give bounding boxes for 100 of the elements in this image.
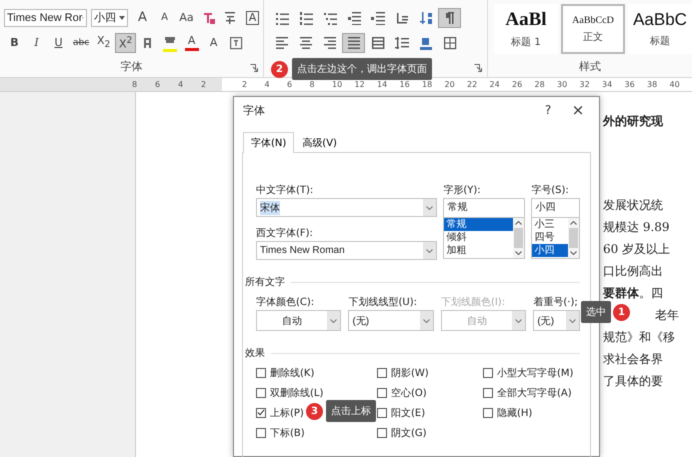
ruler-number: 22 [467, 79, 478, 91]
font-name-field[interactable]: Times New Ror [4, 8, 87, 26]
effect-checkbox[interactable]: 隐藏(H) [483, 406, 580, 419]
italic-button[interactable]: I [26, 32, 47, 52]
tooltip: 点击上标 [326, 400, 376, 422]
distributed-icon [370, 36, 384, 50]
effect-checkbox[interactable]: 阳文(E) [377, 406, 483, 419]
ruler-number: 24 [490, 79, 501, 91]
superscript-button[interactable]: X$^{2}$ [115, 32, 136, 52]
list-option[interactable]: 四号 [532, 231, 568, 244]
list-option[interactable]: 小三 [532, 218, 568, 231]
western-font-field[interactable]: Times New Roman [256, 241, 438, 260]
numbering-icon [298, 10, 312, 24]
character-shading-button[interactable]: A [203, 32, 224, 52]
list-option[interactable]: 倾斜 [444, 231, 514, 244]
section-heading: 所有文字 [245, 276, 285, 289]
style-gallery-item[interactable]: AaBbC 标题 [628, 4, 692, 54]
dialog-title: 字体 [243, 102, 266, 118]
tooltip: 选中 [581, 301, 611, 323]
shrink-font-button[interactable]: A [154, 8, 175, 28]
list-option[interactable]: 加粗 [444, 244, 514, 257]
character-border-button[interactable]: A [242, 8, 263, 28]
scrollbar[interactable] [568, 218, 579, 258]
ruler-number: 4 [264, 79, 271, 91]
dialog-launcher-icon[interactable] [474, 64, 482, 72]
ruler-number: 4 [178, 79, 184, 91]
dialog-launcher-icon[interactable] [250, 64, 258, 72]
ruler-number: 10 [332, 79, 344, 91]
ruler-number: 28 [534, 79, 546, 91]
style-gallery-item[interactable]: AaBbCcD 正文 [561, 4, 625, 54]
close-button[interactable]: × [563, 100, 593, 120]
scrollbar[interactable] [513, 218, 524, 258]
dropdown-field[interactable]: (无) [348, 310, 434, 331]
effect-checkbox[interactable]: 阴影(W) [377, 366, 483, 379]
caret-icon[interactable] [422, 318, 430, 322]
bullets-icon [274, 10, 288, 24]
underline-button[interactable]: U [48, 32, 69, 52]
dialog-tab[interactable]: 字体(N) [243, 132, 294, 153]
scroll-down-icon[interactable] [570, 251, 577, 255]
style-gallery-item[interactable]: AaBl 标题 1 [494, 4, 558, 54]
ruler-number: 2 [201, 79, 208, 91]
group-label: 样式 [579, 59, 601, 74]
scroll-up-icon[interactable] [570, 221, 577, 225]
ruler-number: 38 [647, 79, 658, 91]
field-label: 中文字体(T): [256, 184, 314, 196]
effect-checkbox[interactable]: 双删除线(L) [256, 386, 377, 399]
caret-icon[interactable] [426, 248, 434, 252]
ruler-number: 2 [242, 79, 248, 91]
outdent-icon [346, 10, 360, 24]
field-label: 下划线线型(U): [348, 296, 418, 308]
ruler-number: 20 [444, 79, 456, 91]
ruler-number: 30 [557, 79, 568, 91]
body-text: 60 岁及以上 [603, 242, 670, 256]
effect-checkbox[interactable]: 阴文(G) [377, 426, 483, 439]
body-text: 求社会各界 [603, 352, 663, 366]
center-icon [298, 36, 312, 50]
ruler-number: 6 [287, 79, 294, 91]
effect-checkbox[interactable]: 删除线(K) [256, 366, 377, 379]
strikethrough-button[interactable]: abc [70, 32, 92, 52]
list-option[interactable]: 常规 [444, 218, 514, 231]
effect-checkbox[interactable]: 小型大写字母(M) [483, 366, 580, 379]
clear-icon [202, 10, 216, 24]
field-label: 字体颜色(C): [256, 296, 316, 308]
subscript-button[interactable]: X$_{2}$ [93, 32, 114, 52]
help-button[interactable]: ? [533, 102, 563, 118]
ruler-number: 12 [354, 79, 366, 91]
effect-checkbox[interactable]: 下标(B) [256, 426, 377, 439]
ruler-number: 26 [512, 79, 524, 91]
list-option[interactable]: 小四 [532, 244, 568, 257]
caret-icon[interactable] [330, 318, 338, 322]
scroll-up-icon[interactable] [515, 221, 522, 225]
justify-icon [346, 36, 360, 50]
font-size-field[interactable]: 小四 [531, 198, 580, 217]
change-case-button[interactable]: Aa [176, 8, 197, 28]
dialog-tab[interactable]: 高级(V) [294, 132, 345, 153]
font-color-button[interactable]: A [181, 32, 202, 52]
caret-icon[interactable] [569, 318, 576, 322]
caret-icon[interactable] [119, 16, 125, 20]
font-style-field[interactable]: 常规 [443, 198, 526, 217]
effect-checkbox[interactable]: 全部大写字母(A) [483, 386, 580, 399]
scroll-down-icon[interactable] [515, 251, 522, 255]
field-label: 下划线颜色(I): [440, 296, 506, 308]
grow-font-button[interactable]: A [132, 8, 153, 28]
show-marks-button[interactable] [438, 8, 461, 28]
caret-icon[interactable] [426, 206, 434, 210]
bold-button[interactable]: B [4, 32, 25, 52]
check-icon [257, 408, 265, 417]
field-label: 着重号(·); [533, 296, 579, 308]
effect-checkbox[interactable]: 空心(O) [377, 386, 483, 399]
ruler-number: 34 [602, 79, 614, 91]
field-label: 西文字体(F): [256, 226, 314, 239]
caret-icon[interactable] [515, 318, 522, 322]
font-size-field[interactable]: 小四 [91, 8, 128, 26]
ruler-number: 6 [155, 79, 162, 91]
dropdown-field[interactable]: 自动 [256, 310, 342, 331]
spacing-icon [394, 36, 408, 50]
chinese-font-field[interactable]: 宋体 [256, 198, 438, 217]
dropdown-field[interactable]: (无) [533, 310, 580, 331]
justify-button[interactable] [342, 32, 365, 52]
heading-text: 外的研究现 [603, 113, 664, 130]
